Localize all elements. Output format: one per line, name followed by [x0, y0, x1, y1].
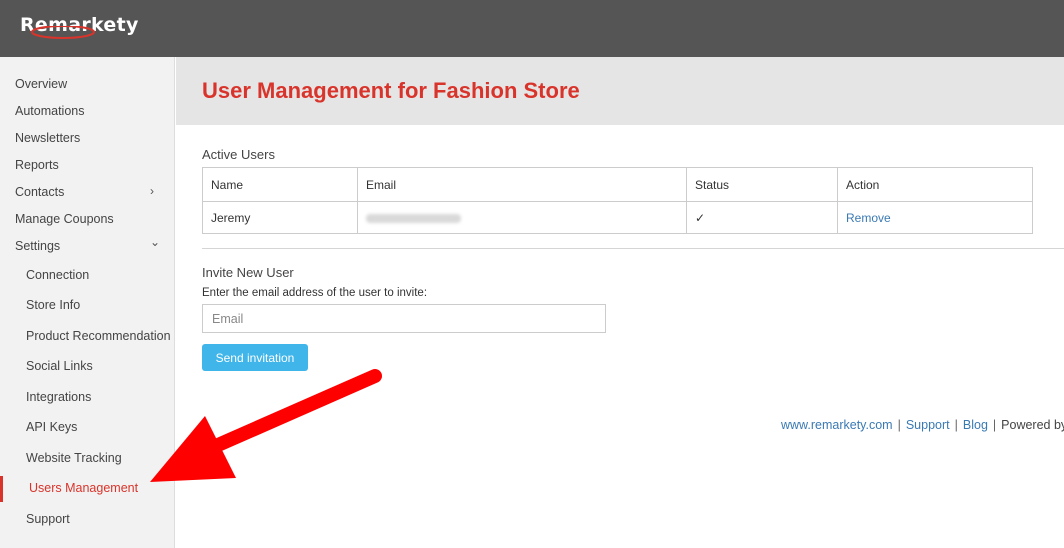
send-invitation-button[interactable]: Send invitation: [202, 344, 308, 371]
page-header: User Management for Fashion Store: [176, 57, 1064, 125]
active-indicator: [0, 476, 3, 502]
invite-helper-text: Enter the email address of the user to i…: [202, 287, 428, 299]
sidebar-item-product-recommendation[interactable]: Product Recommendation: [26, 329, 171, 343]
sidebar-item-settings[interactable]: Settings: [15, 239, 60, 253]
sidebar-item-connection[interactable]: Connection: [26, 268, 89, 282]
remove-user-link[interactable]: Remove: [846, 211, 891, 225]
column-header-action: Action: [837, 167, 1033, 202]
top-bar: Remarkety: [0, 0, 1064, 57]
sidebar-item-reports[interactable]: Reports: [15, 158, 59, 172]
blurred-email: [366, 213, 461, 223]
sidebar-item-manage-coupons[interactable]: Manage Coupons: [15, 212, 114, 226]
user-name-cell: Jeremy: [202, 201, 358, 234]
sidebar-item-users-management[interactable]: Users Management: [29, 481, 138, 495]
column-header-email: Email: [357, 167, 687, 202]
remarkety-logo[interactable]: Remarkety: [20, 12, 138, 42]
footer-link-website[interactable]: www.remarkety.com: [781, 418, 893, 432]
sidebar-item-support[interactable]: Support: [26, 512, 70, 526]
sidebar-item-api-keys[interactable]: API Keys: [26, 420, 77, 434]
page-title: User Management for Fashion Store: [202, 78, 580, 103]
table-row: Jeremy ✓ Remove: [202, 201, 1033, 234]
invite-email-input[interactable]: [202, 304, 606, 333]
sidebar-item-store-info[interactable]: Store Info: [26, 298, 80, 312]
table-header-row: Name Email Status Action: [202, 167, 1033, 202]
footer: www.remarkety.com | Support | Blog | Powered b…: [781, 418, 1064, 432]
column-header-status: Status: [686, 167, 838, 202]
section-divider: [202, 248, 1064, 249]
sidebar-item-website-tracking[interactable]: Website Tracking: [26, 451, 122, 465]
active-users-table: Name Email Status Action Jeremy ✓ Remove: [202, 167, 1033, 234]
chevron-down-icon[interactable]: ⌄: [150, 235, 160, 249]
sidebar-item-contacts[interactable]: Contacts: [15, 185, 64, 199]
sidebar-item-automations[interactable]: Automations: [15, 104, 84, 118]
chevron-right-icon[interactable]: ›: [150, 184, 154, 198]
footer-link-support[interactable]: Support: [906, 418, 950, 432]
column-header-name: Name: [202, 167, 358, 202]
user-email-cell: [357, 201, 687, 234]
active-users-label: Active Users: [202, 147, 275, 162]
user-action-cell: Remove: [837, 201, 1033, 234]
sidebar-item-overview[interactable]: Overview: [15, 77, 67, 91]
footer-link-blog[interactable]: Blog: [963, 418, 988, 432]
sidebar-item-social-links[interactable]: Social Links: [26, 359, 93, 373]
logo-swoosh-icon: [31, 26, 95, 39]
user-status-cell: ✓: [686, 201, 838, 234]
invite-new-user-label: Invite New User: [202, 265, 294, 280]
footer-powered-by: Powered by: [1001, 418, 1064, 432]
sidebar-item-newsletters[interactable]: Newsletters: [15, 131, 80, 145]
sidebar-item-integrations[interactable]: Integrations: [26, 390, 91, 404]
